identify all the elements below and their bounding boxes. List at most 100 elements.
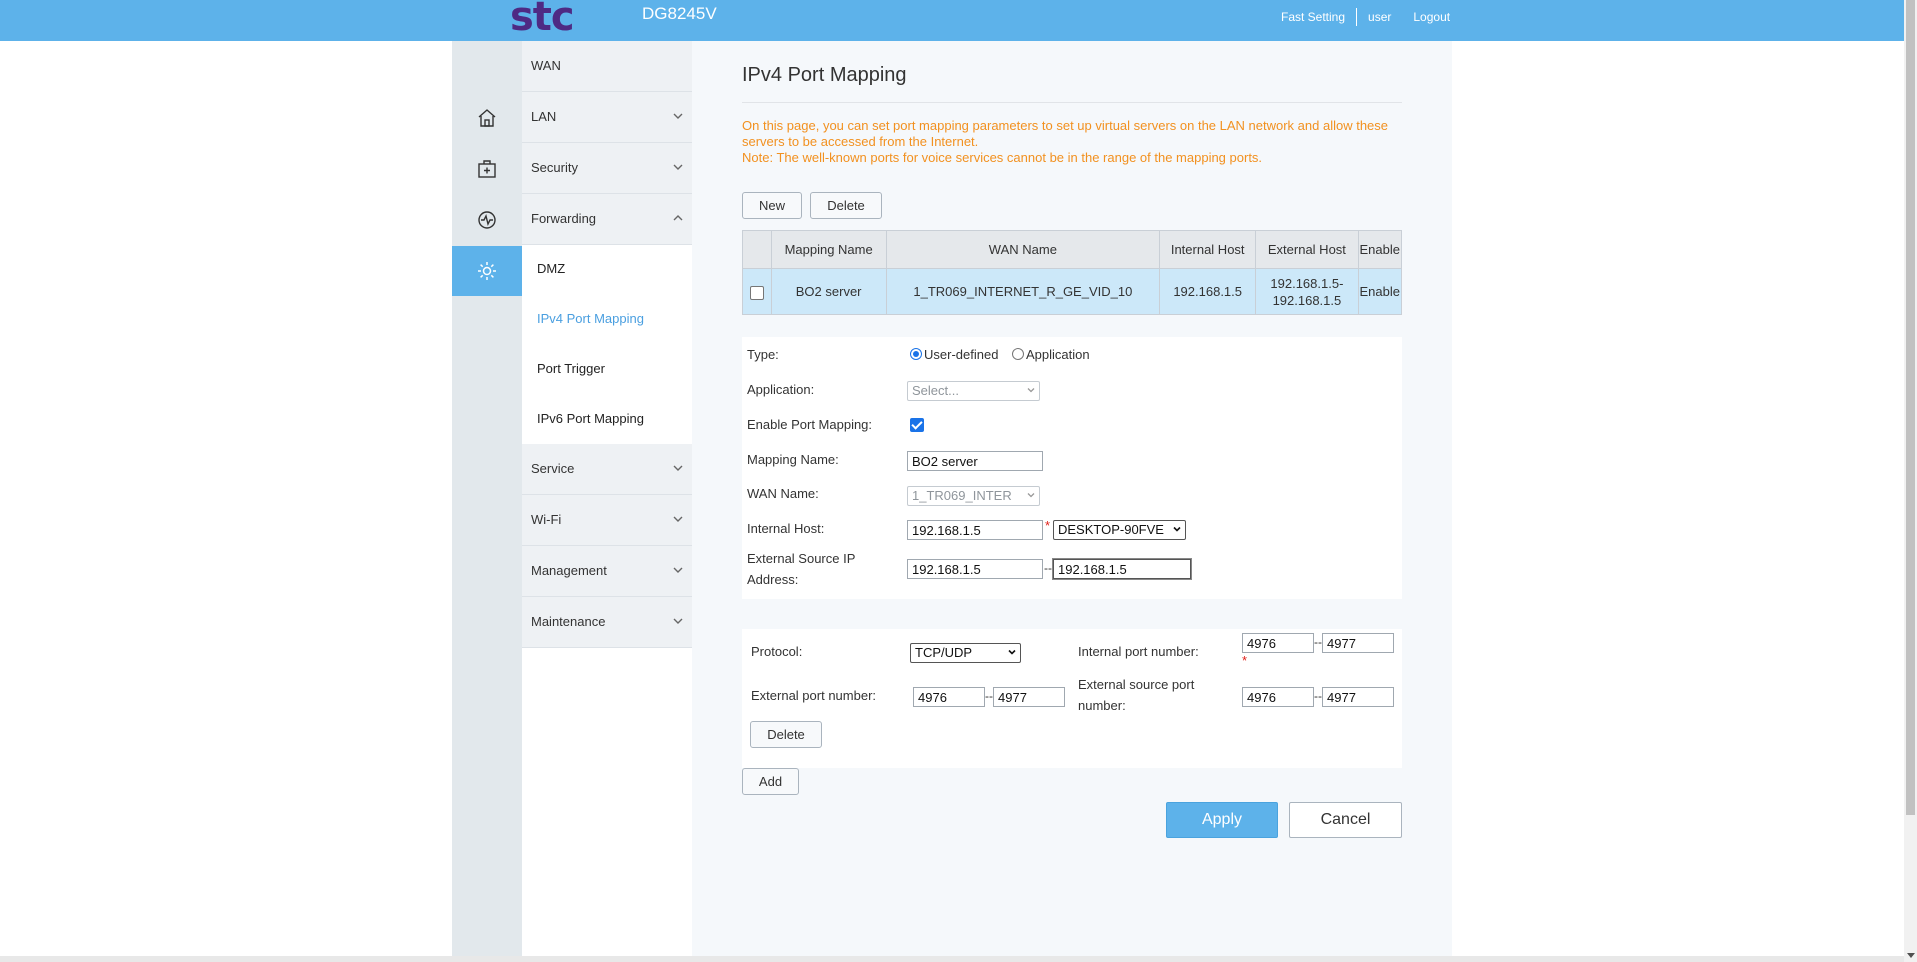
notice-description: On this page, you can set port mapping p… [742, 118, 1389, 149]
type-user-defined-radio[interactable] [910, 348, 922, 360]
row-select-cell [742, 268, 772, 315]
external-source-ip-start-input[interactable]: 192.168.1.5 [907, 559, 1043, 579]
gear-icon [478, 262, 496, 280]
port-mapping-table: Mapping Name WAN Name Internal Host Exte… [742, 230, 1403, 315]
scroll-down-arrow-icon[interactable] [1907, 953, 1915, 958]
submenu-port-trigger[interactable]: Port Trigger [537, 361, 605, 376]
required-mark: * [1242, 653, 1248, 668]
menu-wan[interactable]: WAN [522, 41, 692, 92]
protocol-select[interactable]: TCP/UDP [910, 643, 1021, 663]
protocol-label: Protocol: [751, 644, 803, 659]
title-divider [742, 102, 1402, 103]
application-select[interactable]: Select... [907, 381, 1040, 401]
chevron-down-icon [673, 567, 683, 573]
diagnose-nav-button[interactable] [452, 195, 522, 245]
delete-port-rule-button[interactable]: Delete [750, 721, 822, 748]
range-dash: -- [1314, 635, 1322, 649]
main-content: IPv4 Port Mapping On this page, you can … [692, 41, 1452, 962]
menu-forwarding[interactable]: Forwarding [522, 194, 692, 245]
mapping-name-input[interactable]: BO2 server [907, 451, 1043, 471]
chevron-down-icon [1027, 493, 1035, 498]
cell-enable: Enable [1357, 268, 1403, 315]
port-rule-panel: Protocol: TCP/UDP Internal port number: … [742, 629, 1402, 768]
column-header: Enable [1357, 230, 1403, 269]
add-port-rule-button[interactable]: Add [742, 768, 799, 795]
home-nav-button[interactable] [452, 93, 522, 143]
column-header: Mapping Name [770, 230, 887, 269]
chevron-down-icon [673, 465, 683, 471]
icon-sidebar [452, 41, 531, 962]
chevron-down-icon [673, 164, 683, 170]
chevron-down-icon [1008, 649, 1016, 655]
external-source-port-start-input[interactable]: 4976 [1242, 687, 1314, 707]
page-notice: On this page, you can set port mapping p… [742, 118, 1402, 166]
external-source-port-label: External source port [1078, 677, 1195, 692]
type-label: Type: [747, 347, 779, 362]
status-nav-button[interactable] [452, 144, 522, 194]
home-icon [478, 109, 496, 127]
external-port-start-input[interactable]: 4976 [913, 687, 985, 707]
medical-kit-icon [478, 160, 496, 178]
submenu-ipv6-port-mapping[interactable]: IPv6 Port Mapping [537, 411, 644, 426]
protocol-select-value: TCP/UDP [915, 645, 973, 660]
internal-port-end-input[interactable]: 4977 [1322, 633, 1394, 653]
user-link[interactable]: user [1357, 10, 1402, 24]
menu-management[interactable]: Management [522, 546, 692, 597]
chevron-down-icon [673, 113, 683, 119]
scrollbar-thumb[interactable] [1906, 0, 1915, 815]
wan-name-select-value: 1_TR069_INTER [912, 488, 1012, 503]
type-application-label: Application [1026, 347, 1090, 362]
device-model: DG8245V [642, 4, 717, 23]
table-row[interactable]: BO2 server 1_TR069_INTERNET_R_GE_VID_10 … [742, 268, 1403, 315]
menu-label: Security [531, 160, 578, 175]
apply-button[interactable]: Apply [1166, 802, 1278, 838]
cell-internal-host: 192.168.1.5 [1159, 268, 1257, 315]
type-user-defined-label: User-defined [924, 347, 999, 362]
internal-port-start-input[interactable]: 4976 [1242, 633, 1314, 653]
menu-label: Forwarding [531, 211, 597, 226]
fast-setting-link[interactable]: Fast Setting [1270, 10, 1356, 24]
horizontal-scrollbar[interactable] [0, 956, 1904, 962]
application-select-value: Select... [912, 383, 959, 398]
chevron-up-icon [673, 215, 683, 221]
vertical-scrollbar[interactable] [1904, 0, 1917, 962]
menu-lan[interactable]: LAN [522, 92, 692, 143]
application-label: Application: [747, 382, 815, 397]
wan-name-select[interactable]: 1_TR069_INTER [907, 486, 1040, 506]
menu-label: WAN [531, 58, 561, 73]
stc-logo: stc [510, 0, 575, 40]
external-port-end-input[interactable]: 4977 [993, 687, 1065, 707]
advanced-nav-button[interactable] [452, 246, 531, 296]
type-application-radio[interactable] [1012, 348, 1024, 360]
range-dash: -- [1314, 689, 1322, 703]
row-checkbox[interactable] [749, 285, 764, 300]
menu-wifi[interactable]: Wi-Fi [522, 495, 692, 546]
wan-name-label: WAN Name: [747, 486, 819, 501]
internal-host-label: Internal Host: [747, 521, 825, 536]
menu-label: LAN [531, 109, 557, 124]
external-source-port-label-cont: number: [1078, 698, 1126, 713]
enable-port-mapping-checkbox[interactable] [910, 418, 924, 432]
delete-mapping-button[interactable]: Delete [810, 192, 882, 219]
internal-host-device-select[interactable]: DESKTOP-90FVE [1053, 520, 1186, 540]
required-mark: * [1045, 518, 1051, 533]
internal-host-input[interactable]: 192.168.1.5 [907, 520, 1043, 540]
submenu-dmz[interactable]: DMZ [537, 261, 565, 276]
menu-maintenance[interactable]: Maintenance [522, 597, 692, 648]
mapping-name-label: Mapping Name: [747, 452, 839, 467]
cell-external-host: 192.168.1.5- 192.168.1.5 [1255, 268, 1359, 315]
menu-service[interactable]: Service [522, 444, 692, 495]
menu-label: Maintenance [531, 614, 606, 629]
cancel-button[interactable]: Cancel [1289, 802, 1402, 838]
range-dash: -- [985, 689, 993, 703]
column-header: External Host [1255, 230, 1359, 269]
new-button[interactable]: New [742, 192, 802, 219]
menu-security[interactable]: Security [522, 143, 692, 194]
external-source-ip-end-input[interactable]: 192.168.1.5 [1053, 559, 1191, 579]
menu-label: Management [531, 563, 607, 578]
table-header-row: Mapping Name WAN Name Internal Host Exte… [742, 230, 1403, 269]
select-column-header [742, 230, 772, 269]
submenu-ipv4-port-mapping[interactable]: IPv4 Port Mapping [537, 311, 644, 326]
logout-link[interactable]: Logout [1402, 10, 1461, 24]
external-source-port-end-input[interactable]: 4977 [1322, 687, 1394, 707]
